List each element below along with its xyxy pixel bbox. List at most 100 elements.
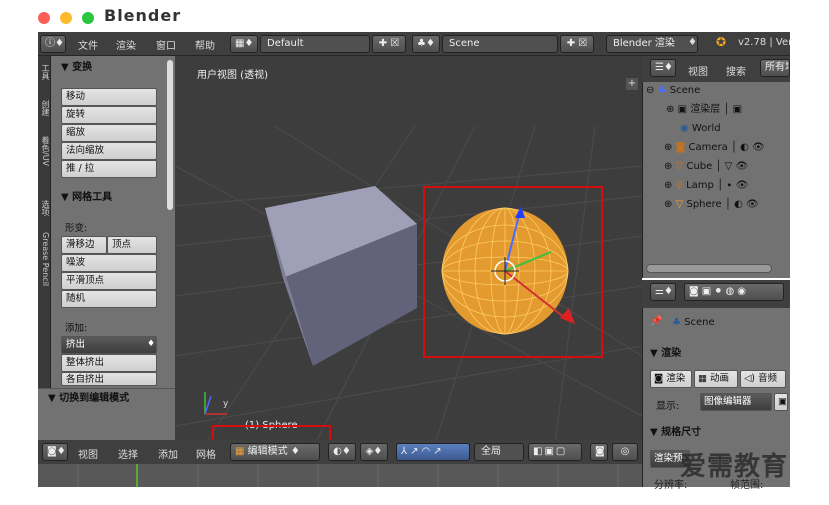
- scale-button[interactable]: 缩放: [61, 124, 157, 142]
- properties-editor-type-icon[interactable]: ⚌♦: [650, 283, 676, 301]
- outliner-item-scene[interactable]: ⊖ ♣ Scene: [642, 82, 790, 100]
- tool-shelf-tabs: 工具 创建 着色/UV 选项 Grease Pencil: [38, 56, 51, 388]
- dimensions-panel-header[interactable]: ▼ 规格尺寸: [650, 423, 701, 438]
- tool-shelf: ▼ 变换 移动 旋转 缩放 法向缩放 推 / 拉 ▼ 网格工具 形变: 滑移边 …: [51, 56, 175, 444]
- menu-help[interactable]: 帮助: [195, 37, 215, 52]
- scene-icon: ♣: [672, 317, 681, 328]
- visibility-eye-icon[interactable]: 👁: [736, 180, 749, 191]
- tab-options[interactable]: 选项: [39, 200, 50, 216]
- outliner-horizontal-scrollbar[interactable]: [646, 264, 772, 273]
- rotate-button[interactable]: 旋转: [61, 106, 157, 124]
- visibility-eye-icon[interactable]: 👁: [746, 199, 759, 210]
- camera-icon: ◙: [675, 142, 686, 153]
- outliner-item-cube[interactable]: ⊕ ▽ Cube │ ▽ 👁: [642, 158, 790, 176]
- transform-panel-header[interactable]: ▼ 变换: [51, 58, 175, 78]
- outliner-item-sphere[interactable]: ⊕ ▽ Sphere │ ◐ 👁: [642, 196, 790, 214]
- scene-path-label: Scene: [684, 317, 715, 328]
- zoom-window-button[interactable]: [82, 12, 94, 24]
- visibility-eye-icon[interactable]: 👁: [752, 142, 765, 153]
- collapse-icon[interactable]: ⊕: [666, 104, 674, 115]
- minimize-window-button[interactable]: [60, 12, 72, 24]
- scene-field[interactable]: Scene: [442, 35, 558, 53]
- render-panel-header[interactable]: ▼ 渲染: [650, 344, 681, 359]
- collapse-icon[interactable]: ⊕: [664, 142, 672, 153]
- operator-panel-header[interactable]: ▼ 切换到编辑模式: [38, 389, 175, 409]
- view3d-menu-add[interactable]: 添加: [158, 446, 178, 461]
- extrude-button[interactable]: 挤出: [61, 336, 157, 354]
- view3d-menu-view[interactable]: 视图: [78, 446, 98, 461]
- render-button-label: 渲染: [666, 373, 686, 384]
- edge-slide-button[interactable]: 滑移边: [61, 236, 107, 254]
- move-button[interactable]: 移动: [61, 88, 157, 106]
- collapse-icon[interactable]: ⊕: [664, 199, 672, 210]
- transform-orientation-select[interactable]: 全局: [474, 443, 524, 461]
- transform-manipulator-buttons[interactable]: ⅄↗◠↗: [396, 443, 470, 461]
- view3d-editor-type-icon[interactable]: ◙♦: [42, 443, 68, 461]
- audio-button[interactable]: ◁) 音频: [740, 370, 786, 388]
- scene-icon[interactable]: ♣♦: [412, 35, 440, 53]
- mode-select[interactable]: ▦ 编辑模式 ♦: [230, 443, 320, 461]
- blender-logo-icon: ✪: [716, 35, 727, 49]
- window-title-bar: Blender: [0, 0, 829, 32]
- outliner-item-world[interactable]: ◉ World: [642, 120, 790, 138]
- axis-y-label: y: [223, 399, 229, 409]
- display-window-icon[interactable]: ▣: [774, 393, 788, 411]
- tool-shelf-scrollbar[interactable]: [167, 60, 173, 210]
- outliner-item-label: Camera: [688, 142, 728, 153]
- smooth-vertex-button[interactable]: 平滑顶点: [61, 272, 157, 290]
- render-engine-chevron-icon: ♦: [688, 37, 697, 48]
- animation-button-label: 动画: [710, 373, 730, 384]
- display-select[interactable]: 图像编辑器: [700, 393, 772, 411]
- properties-context-tabs[interactable]: ◙▣⚫◍◉: [684, 283, 784, 301]
- render-button[interactable]: ◙ 渲染: [650, 370, 692, 388]
- outliner-menu-search[interactable]: 搜索: [726, 63, 746, 78]
- extrude-region-button[interactable]: 整体挤出: [61, 354, 157, 372]
- extrude-individual-button[interactable]: 各自挤出: [61, 372, 157, 386]
- tab-tools[interactable]: 工具: [39, 64, 50, 80]
- add-remove-scene-buttons[interactable]: ✚ ☒: [560, 35, 594, 53]
- snap-toggle-icon[interactable]: ◙: [590, 443, 608, 461]
- collapse-icon[interactable]: ⊕: [664, 161, 672, 172]
- menu-render[interactable]: 渲染: [116, 37, 136, 52]
- timeline-strip[interactable]: [38, 464, 642, 487]
- tab-grease-pencil[interactable]: Grease Pencil: [39, 232, 50, 292]
- view3d-menu-mesh[interactable]: 网格: [196, 446, 216, 461]
- view3d-menu-select[interactable]: 选择: [118, 446, 138, 461]
- editor-type-info-button[interactable]: ⓘ♦: [40, 35, 66, 53]
- noise-button[interactable]: 噪波: [61, 254, 157, 272]
- outliner-header: ☰♦ 视图 搜索 所有场: [642, 56, 790, 82]
- outliner-item-render-layers[interactable]: ⊕ ▣ 渲染层 │ ▣: [642, 101, 790, 119]
- viewport-shading-select[interactable]: ◐♦: [328, 443, 356, 461]
- tab-create[interactable]: 创建: [39, 100, 50, 116]
- expand-icon[interactable]: ⊖: [646, 85, 654, 96]
- outliner-item-lamp[interactable]: ⊕ ♀ Lamp │ ∙ 👁: [642, 177, 790, 195]
- randomize-button[interactable]: 随机: [61, 290, 157, 308]
- render-engine-select[interactable]: Blender 渲染: [606, 35, 698, 53]
- outliner-item-label: Sphere: [686, 199, 722, 210]
- properties-toggle-plus-icon[interactable]: +: [626, 78, 638, 90]
- menu-window[interactable]: 窗口: [156, 37, 176, 52]
- tab-shading-uv[interactable]: 着色/UV: [39, 136, 50, 194]
- vertex-slide-button[interactable]: 顶点: [107, 236, 157, 254]
- visibility-eye-icon[interactable]: 👁: [736, 161, 749, 172]
- mesh-tools-panel-header[interactable]: ▼ 网格工具: [51, 188, 175, 208]
- outliner-display-filter[interactable]: 所有场: [760, 59, 790, 77]
- outliner-item-camera[interactable]: ⊕ ◙ Camera │ ◐ 👁: [642, 139, 790, 157]
- outliner-menu-view[interactable]: 视图: [688, 63, 708, 78]
- scene-icon: ♣: [657, 85, 667, 96]
- screen-layout-icon[interactable]: ▦♦: [230, 35, 258, 53]
- outliner-editor-type-icon[interactable]: ☰♦: [650, 59, 676, 77]
- layer-buttons[interactable]: ◧▣▢: [528, 443, 582, 461]
- add-remove-layout-buttons[interactable]: ✚ ☒: [372, 35, 406, 53]
- properties-pin-icon[interactable]: 📌: [650, 316, 662, 327]
- collapse-icon[interactable]: ⊕: [664, 180, 672, 191]
- pivot-point-select[interactable]: ◈♦: [360, 443, 388, 461]
- shrink-fatten-button[interactable]: 法向缩放: [61, 142, 157, 160]
- mesh-icon: ▽: [675, 199, 684, 210]
- push-pull-button[interactable]: 推 / 拉: [61, 160, 157, 178]
- close-window-button[interactable]: [38, 12, 50, 24]
- menu-file[interactable]: 文件: [78, 37, 98, 52]
- proportional-edit-icon[interactable]: ◎: [612, 443, 638, 461]
- screen-layout-field[interactable]: Default: [260, 35, 370, 53]
- animation-button[interactable]: ▦ 动画: [694, 370, 738, 388]
